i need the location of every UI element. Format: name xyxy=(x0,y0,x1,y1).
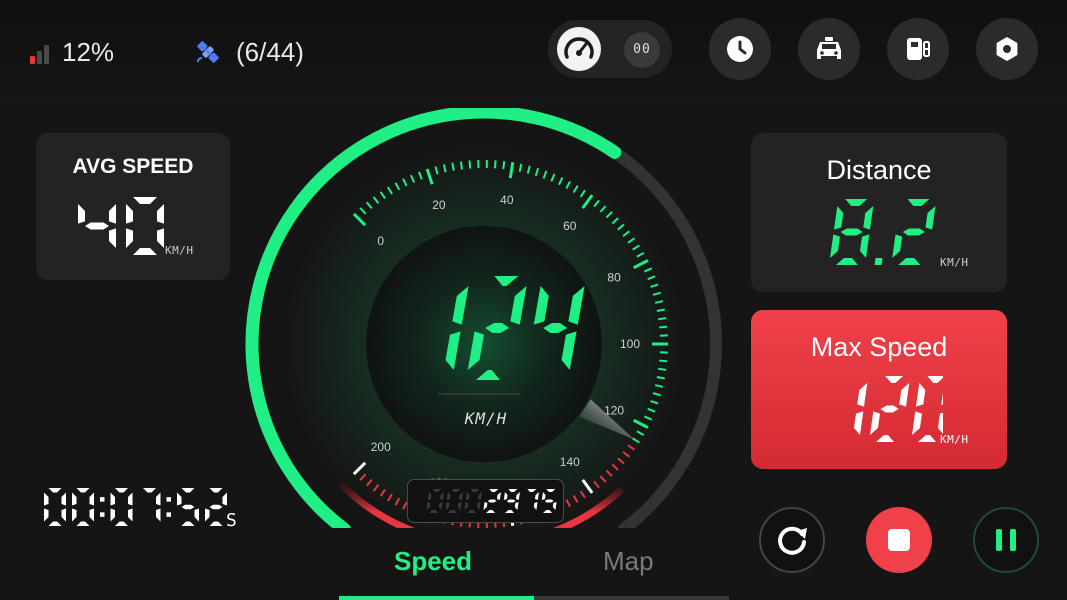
odometer xyxy=(407,479,564,523)
gauge-minor-tick xyxy=(494,160,497,169)
max-digit xyxy=(911,376,943,442)
gauge-tick-label: 60 xyxy=(563,219,577,233)
gauge-minor-tick xyxy=(502,161,506,170)
odometer-dim-digit xyxy=(426,489,444,513)
satellite-icon xyxy=(197,41,219,63)
odometer-digit xyxy=(503,489,520,513)
refresh-icon xyxy=(778,526,807,555)
odometer-digit xyxy=(483,489,501,513)
colon-dot xyxy=(166,512,171,517)
battery-percentage: 12% xyxy=(62,37,115,67)
avg-speed-card: AVG SPEED KM/H xyxy=(36,133,230,280)
stop-icon xyxy=(888,529,910,551)
max-speed-value xyxy=(853,376,943,442)
gauge-tick-label: 80 xyxy=(607,271,621,285)
gauge-minor-tick xyxy=(659,325,668,329)
max-digit xyxy=(869,376,910,442)
clock-icon xyxy=(727,36,753,62)
display-mode-switch[interactable]: 00 xyxy=(548,20,672,78)
gauge-minor-tick xyxy=(468,160,472,169)
timer-digit xyxy=(110,488,133,526)
gauge-tick-label: 100 xyxy=(620,337,640,351)
gauge-tick-label: 0 xyxy=(377,234,384,248)
avg-speed-unit: KM/H xyxy=(165,244,194,257)
max-digit xyxy=(853,383,868,435)
history-button[interactable] xyxy=(709,18,771,80)
tab-map-indicator xyxy=(534,596,729,600)
pause-button[interactable] xyxy=(973,507,1039,573)
stop-button[interactable] xyxy=(866,507,932,573)
avg-digit xyxy=(126,197,164,255)
timer-value xyxy=(44,488,227,526)
car-icon xyxy=(817,37,841,59)
distance-digit xyxy=(829,199,874,265)
gauge-tick-label: 140 xyxy=(560,455,580,469)
hud-phone-icon xyxy=(907,38,930,60)
vehicle-button[interactable] xyxy=(798,18,860,80)
timer-digit xyxy=(72,488,94,526)
odometer-digit xyxy=(527,489,539,510)
timer-digit xyxy=(143,488,161,522)
speed-unit: KM/H xyxy=(464,409,508,428)
digital-mode-button[interactable]: 00 xyxy=(624,32,660,68)
speedometer-icon xyxy=(564,37,594,59)
colon-dot xyxy=(166,497,171,502)
tab-map[interactable]: Map xyxy=(603,546,654,577)
avg-speed-title: AVG SPEED xyxy=(72,155,194,178)
odometer-dim-digit xyxy=(464,489,482,513)
odometer-digit xyxy=(541,489,557,513)
distance-title: Distance xyxy=(826,155,932,185)
gauge-minor-tick xyxy=(459,161,463,170)
colon-dot xyxy=(100,497,105,502)
gauge-tick-label: 200 xyxy=(371,440,391,454)
distance-unit: KM/H xyxy=(940,256,969,269)
max-speed-title: Max Speed xyxy=(810,332,948,362)
timer-digit xyxy=(44,488,66,526)
speedometer-mode-button[interactable] xyxy=(557,27,601,71)
distance-digit xyxy=(892,199,936,265)
settings-hexagon-icon xyxy=(996,37,1018,61)
gauge-tick-label: 20 xyxy=(432,198,446,212)
trip-timer: S xyxy=(42,484,242,539)
timer-digit xyxy=(205,488,227,526)
gauge-minor-tick xyxy=(658,317,667,321)
distance-card: Distance KM/H xyxy=(751,133,1007,292)
gauge-minor-tick xyxy=(659,359,668,363)
timer-digit xyxy=(177,488,199,526)
signal-bars-icon xyxy=(30,42,56,64)
avg-digit xyxy=(78,204,116,248)
odometer-dim-digit xyxy=(445,489,463,513)
timer-unit: S xyxy=(226,510,238,531)
pause-icon xyxy=(996,529,1016,551)
max-speed-unit: KM/H xyxy=(940,433,969,446)
gauge-tick-label: 40 xyxy=(500,193,514,207)
tab-speed[interactable]: Speed xyxy=(394,546,472,577)
tab-speed-indicator xyxy=(339,596,534,600)
settings-button[interactable] xyxy=(976,18,1038,80)
decimal-dot xyxy=(874,258,883,265)
gauge-minor-tick xyxy=(451,162,455,171)
hud-button[interactable] xyxy=(887,18,949,80)
gauge-minor-tick xyxy=(658,367,667,371)
speedometer-gauge: 020406080100120140160180200 KM/H xyxy=(245,108,722,528)
max-speed-card: Max Speed KM/H xyxy=(751,310,1007,469)
colon-dot xyxy=(100,512,105,517)
satellite-count: (6/44) xyxy=(236,37,304,67)
distance-value xyxy=(829,199,936,265)
reset-button[interactable] xyxy=(759,507,825,573)
